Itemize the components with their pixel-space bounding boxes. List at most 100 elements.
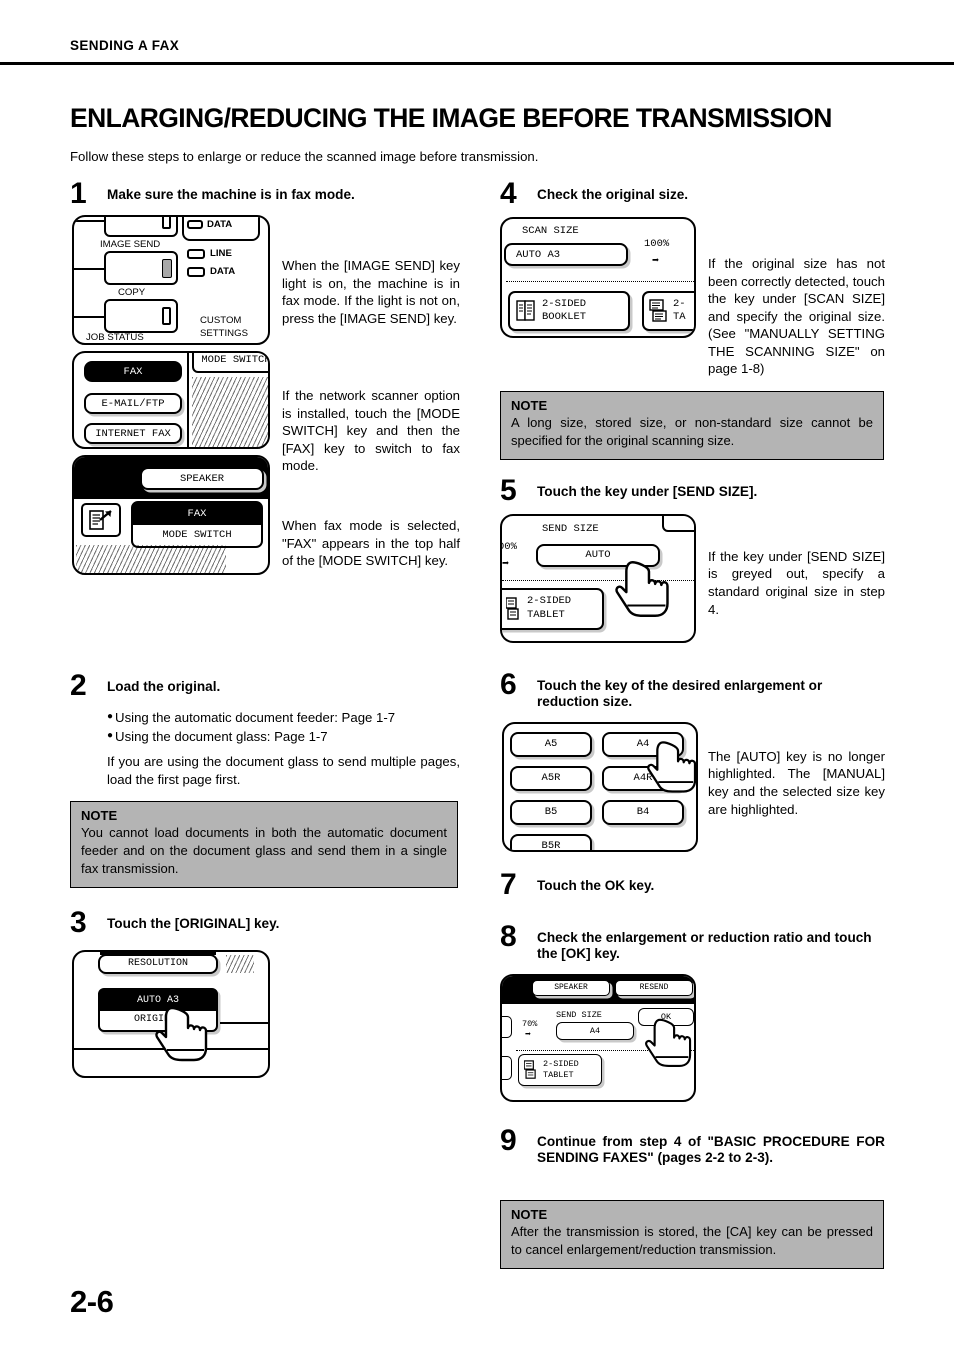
step-7: 7 Touch the OK key. — [500, 869, 885, 902]
ok-panel-size-label: A4 — [589, 1025, 601, 1036]
size-key-b5r-label: B5R — [541, 840, 561, 852]
step-5-figure-row: SEND SIZE 00% ➡ AUTO — [500, 513, 885, 674]
panel-hatching-3 — [226, 954, 254, 973]
image-send-led — [162, 217, 171, 229]
figure-control-panel: IMAGE SEND COPY JOB STATUS READY DATA LI… — [72, 215, 270, 345]
ok-panel-speaker-label: SPEAKER — [554, 983, 588, 993]
figure-scan-size-panel: SCAN SIZE AUTO A3 100% ➡ 2-SIDED BOOKLET… — [500, 217, 696, 338]
list-item: ● Using the automatic document feeder: P… — [107, 709, 460, 728]
step-3-heading: Touch the [ORIGINAL] key. — [107, 915, 280, 931]
step-2-bullet-2: Using the document glass: Page 1-7 — [115, 728, 328, 744]
send-tablet-labels: 2-SIDED TABLET — [527, 595, 571, 622]
ok-panel-ratio: 70% — [522, 1018, 538, 1029]
step-2-bullets: ● Using the automatic document feeder: P… — [107, 709, 460, 746]
resend-key-art: RESEND — [615, 979, 693, 996]
size-key-b5r: B5R — [510, 833, 592, 852]
step-9-number: 9 — [500, 1123, 517, 1157]
step-6-heading: Touch the key of the desired enlargement… — [537, 677, 823, 710]
step-8: 8 Check the enlargement or reduction rat… — [500, 921, 885, 968]
hw-connector-3 — [74, 316, 106, 318]
size-key-a5r-label: A5R — [541, 772, 561, 785]
ok-tablet-l1: 2-SIDED — [543, 1059, 579, 1070]
figure-size-keys-panel: A5 A4 A5R A4R B5 B4 B5R — [502, 721, 698, 852]
step-3-number: 3 — [70, 905, 87, 939]
size-key-b5-label: B5 — [544, 806, 558, 819]
send-two-sided-tablet-key: 2-SIDED TABLET — [502, 587, 604, 630]
hw-connector-1 — [74, 220, 106, 222]
fax-key-art: FAX — [84, 361, 182, 382]
label-data-1: DATA — [207, 219, 233, 230]
step-6-figure-row: A5 A4 A5R A4R B5 B4 B5R The [AUTO] key i… — [500, 721, 885, 862]
size-key-b4: B4 — [602, 799, 684, 825]
two-sided-booklet-key: 2-SIDED BOOKLET — [508, 291, 630, 331]
step-9-heading: Continue from step 4 of "BASIC PROCEDURE… — [537, 1133, 885, 1166]
step-1-heading: Make sure the machine is in fax mode. — [107, 187, 355, 202]
copy-led-lit — [162, 259, 172, 278]
internet-fax-key-label: INTERNET FAX — [95, 427, 171, 440]
figure-mode-switch-panel: FAX E-MAIL/FTP INTERNET FAX MODE SWITCH — [72, 351, 270, 449]
original-panel-sideline — [220, 1021, 268, 1024]
send-size-value-key: AUTO — [536, 543, 660, 567]
size-key-a5-label: A5 — [544, 738, 558, 751]
data-led-2 — [187, 267, 205, 277]
send-size-corner-key — [662, 515, 694, 532]
scan-size-value-key: AUTO A3 — [504, 243, 628, 266]
note-box-3: NOTE After the transmission is stored, t… — [500, 1199, 884, 1269]
two-sided-tablet-l2: TA — [673, 311, 686, 323]
original-key-art: AUTO A3 ORIGINAL — [98, 987, 218, 1032]
send-size-value-label: AUTO — [585, 549, 611, 562]
label-copy: COPY — [118, 287, 146, 298]
hw-connector-2 — [74, 268, 106, 270]
ok-panel-resend-label: RESEND — [639, 983, 669, 993]
note-2-text: A long size, stored size, or non-standar… — [511, 415, 873, 448]
step-7-heading: Touch the OK key. — [537, 877, 655, 893]
two-sided-tablet-icon — [524, 1060, 536, 1079]
step-2: 2 Load the original. — [70, 671, 460, 703]
speaker-key-art-2: SPEAKER — [532, 979, 610, 996]
send-size-label: SEND SIZE — [542, 522, 599, 535]
step-6-number: 6 — [500, 667, 517, 701]
step-4-text: If the original size has not been correc… — [708, 255, 885, 378]
two-sided-tablet-labels: 2- TA — [673, 298, 686, 324]
send-tablet-l2: TABLET — [527, 608, 565, 621]
email-ftp-key-art: E-MAIL/FTP — [84, 393, 182, 414]
speaker-panel-fax-label: FAX — [187, 508, 207, 520]
mode-switch-key-art: MODE SWITCH — [192, 353, 268, 373]
step-1-number: 1 — [70, 177, 87, 210]
step-9: 9 Continue from step 4 of "BASIC PROCEDU… — [500, 1125, 885, 1190]
ok-panel-arrow-icon: ➡ — [525, 1029, 532, 1041]
size-key-b4-label: B4 — [636, 806, 650, 819]
original-auto-a3-label: AUTO A3 — [136, 994, 179, 1006]
size-key-a4r: A4R — [602, 765, 684, 791]
label-job-status: JOB STATUS — [86, 332, 144, 343]
send-tablet-l1: 2-SIDED — [527, 595, 572, 608]
two-sided-booklet-labels: 2-SIDED BOOKLET — [542, 298, 586, 324]
speaker-key-art: SPEAKER — [140, 467, 264, 490]
original-key-label: ORIGINAL — [133, 1014, 182, 1026]
size-key-a5r: A5R — [510, 765, 592, 791]
bullet-dot-icon: ● — [107, 711, 114, 722]
step-2-number: 2 — [70, 669, 87, 702]
label-custom-settings-2: SETTINGS — [200, 328, 248, 339]
bullet-dot-icon: ● — [107, 729, 114, 741]
ok-panel-tablet-key: 2-SIDED TABLET — [518, 1053, 602, 1086]
step-4-figure-row: SCAN SIZE AUTO A3 100% ➡ 2-SIDED BOOKLET… — [500, 217, 885, 387]
line-led — [187, 249, 205, 259]
panel-hatching-1 — [192, 377, 268, 447]
two-sided-tablet-l1: 2- — [673, 297, 686, 310]
panel-divider-vertical — [187, 353, 189, 447]
step-5-paragraph-1: If the key under [SEND SIZE] is greyed o… — [708, 548, 885, 617]
step-1-text-3: When fax mode is selected, "FAX" appears… — [282, 517, 460, 570]
page-subtitle: Follow these steps to enlarge or reduce … — [70, 149, 539, 164]
ok-key-label: OK — [660, 1011, 672, 1022]
document-page: SENDING A FAX ENLARGING/REDUCING THE IMA… — [0, 0, 954, 1351]
send-size-divider — [502, 579, 694, 581]
step-3: 3 Touch the [ORIGINAL] key. — [70, 907, 460, 940]
fax-mode-top: FAX — [133, 503, 261, 525]
scan-size-divider — [506, 281, 694, 282]
step-4-number: 4 — [500, 177, 517, 210]
two-sided-tablet-icon — [506, 597, 519, 620]
step-1-text-2: If the network scanner option is install… — [282, 387, 460, 475]
note-2-label: NOTE — [511, 398, 548, 413]
send-size-ratio: 00% — [502, 540, 517, 553]
